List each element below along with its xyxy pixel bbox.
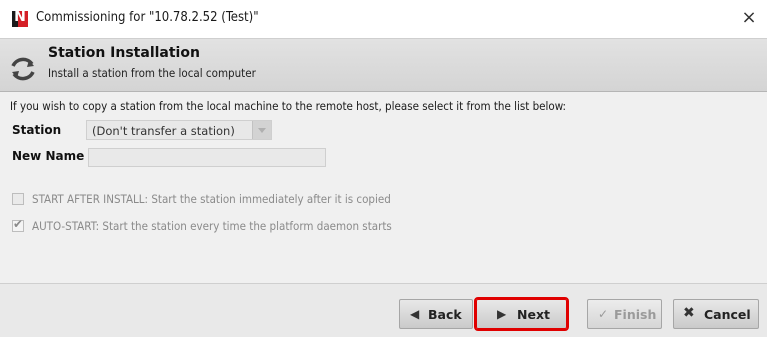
- back-button[interactable]: ◀ Back: [399, 299, 473, 329]
- new-name-input[interactable]: [88, 148, 326, 167]
- station-select[interactable]: (Don't transfer a station): [86, 120, 272, 140]
- checkmark-icon: ✔: [13, 217, 24, 231]
- start-after-install-label: START AFTER INSTALL: Start the station i…: [32, 192, 391, 206]
- instruction-text: If you wish to copy a station from the l…: [10, 99, 567, 113]
- start-after-install-checkbox[interactable]: [12, 193, 24, 205]
- wizard-footer: ◀ Back ▶ Next ✓ Finish ✖ Cancel: [0, 283, 767, 337]
- app-logo-icon: N: [12, 9, 28, 27]
- close-icon[interactable]: ×: [739, 7, 759, 29]
- window-title: Commissioning for "10.78.2.52 (Test)": [36, 10, 259, 25]
- new-name-label: New Name: [12, 149, 85, 163]
- finish-button[interactable]: ✓ Finish: [587, 299, 662, 329]
- station-select-value: (Don't transfer a station): [92, 124, 235, 138]
- page-subtitle: Install a station from the local compute…: [48, 66, 256, 80]
- wizard-header: Station Installation Install a station f…: [0, 38, 767, 92]
- refresh-icon: [11, 57, 35, 81]
- arrow-left-icon: ◀: [410, 307, 420, 321]
- auto-start-label: AUTO-START: Start the station every time…: [32, 219, 392, 233]
- auto-start-checkbox[interactable]: ✔: [12, 217, 24, 232]
- commissioning-window: N Commissioning for "10.78.2.52 (Test)" …: [0, 0, 767, 337]
- cancel-button[interactable]: ✖ Cancel: [673, 299, 759, 329]
- title-bar: N Commissioning for "10.78.2.52 (Test)" …: [0, 0, 767, 38]
- check-icon: ✓: [598, 307, 609, 321]
- page-title: Station Installation: [48, 45, 200, 61]
- arrow-right-icon: ▶: [497, 307, 507, 321]
- wizard-body: If you wish to copy a station from the l…: [0, 92, 767, 280]
- next-button[interactable]: ▶ Next: [474, 297, 569, 331]
- chevron-down-icon[interactable]: [252, 121, 271, 139]
- close-icon: ✖: [683, 305, 695, 321]
- station-label: Station: [12, 123, 62, 137]
